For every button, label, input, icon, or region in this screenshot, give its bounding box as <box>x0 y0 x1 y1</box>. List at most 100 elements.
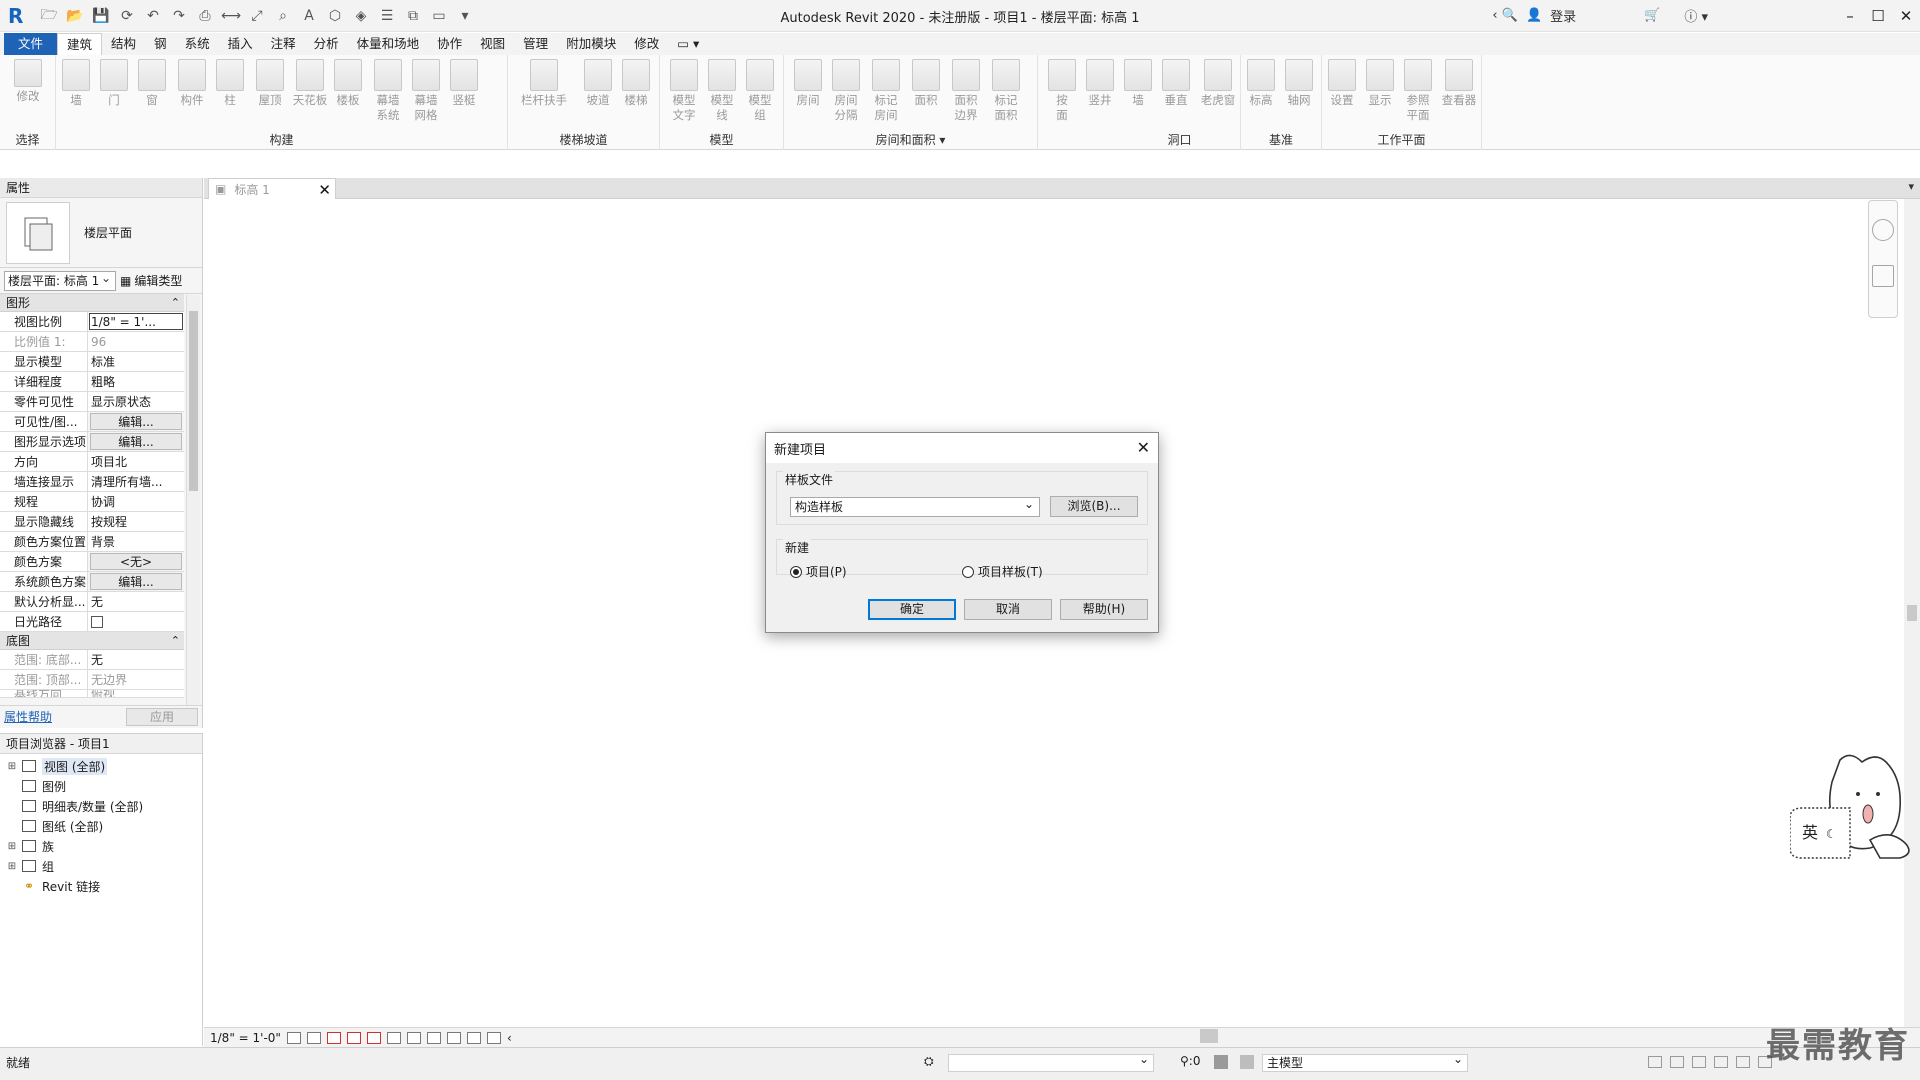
worksharing-icon[interactable] <box>446 1031 461 1044</box>
roof-button[interactable]: 屋顶 <box>252 59 288 108</box>
tree-node-families[interactable]: ⊞ 族 <box>0 836 202 856</box>
main-model-dropdown[interactable]: 主模型 <box>1262 1051 1468 1072</box>
ime-mascot[interactable]: 英 ☾ <box>1789 748 1918 868</box>
room-separator-button[interactable]: 房间 分隔 <box>828 59 864 123</box>
reveal-hidden-icon[interactable] <box>426 1031 441 1044</box>
login-link[interactable]: 登录 <box>1550 6 1576 25</box>
tab-collaborate[interactable]: 协作 <box>428 33 471 55</box>
scroll-thumb[interactable] <box>189 311 198 491</box>
collapse-icon[interactable]: ⌃ <box>171 632 180 650</box>
ref-plane-button[interactable]: 参照 平面 <box>1400 59 1436 123</box>
curtain-system-button[interactable]: 幕墙 系统 <box>370 59 406 123</box>
component-button[interactable]: 构件 <box>174 59 210 108</box>
workset-dropdown[interactable] <box>948 1051 1154 1072</box>
properties-scrollbar[interactable] <box>186 295 200 705</box>
analytical-icon[interactable] <box>466 1031 481 1044</box>
floor-button[interactable]: 楼板 <box>330 59 366 108</box>
wall-opening-button[interactable]: 墙 <box>1120 59 1156 108</box>
cancel-button[interactable]: 取消 <box>964 599 1052 620</box>
railing-button[interactable]: 栏杆扶手 <box>516 59 572 108</box>
tab-structure[interactable]: 结构 <box>102 33 145 55</box>
temp-hide-icon[interactable] <box>406 1031 421 1044</box>
tab-systems[interactable]: 系统 <box>176 33 219 55</box>
level-button[interactable]: 标高 <box>1243 59 1279 108</box>
color-scheme-button[interactable]: <无> <box>90 553 182 570</box>
steering-wheel-icon[interactable] <box>1872 219 1894 241</box>
workset-icon[interactable]: ⛭ <box>924 1054 934 1069</box>
user-icon[interactable]: 👤 <box>1526 8 1542 23</box>
search-icon[interactable]: ‹ 🔍 <box>1492 8 1518 23</box>
model-group-button[interactable]: 模型 组 <box>742 59 778 123</box>
show-workplane-button[interactable]: 显示 <box>1362 59 1398 108</box>
window-button[interactable]: 窗 <box>134 59 170 108</box>
zoom-icon[interactable] <box>1872 265 1894 287</box>
drag-on-select-icon[interactable] <box>1736 1056 1750 1068</box>
template-dropdown[interactable]: 构造样板 <box>790 495 1040 517</box>
group-label-room-area[interactable]: 房间和面积 ▾ <box>784 131 1037 148</box>
tab-steel[interactable]: 钢 <box>145 33 176 55</box>
tree-node-legends[interactable]: 图例 <box>0 776 202 796</box>
crop-view-icon[interactable] <box>366 1031 381 1044</box>
view-tab-level-1[interactable]: ▣ 标高 1 ✕ <box>208 178 336 199</box>
radio-template-dot[interactable] <box>962 565 974 578</box>
wall-button[interactable]: 墙 <box>58 59 94 108</box>
column-button[interactable]: 柱 <box>212 59 248 108</box>
tree-node-views[interactable]: ⊞ 视图 (全部) <box>0 756 202 776</box>
expand-icon[interactable]: ⊞ <box>6 861 18 872</box>
scroll-thumb[interactable] <box>1907 605 1917 621</box>
horizontal-scroll-thumb[interactable] <box>1200 1029 1218 1043</box>
type-selector-dropdown[interactable]: 楼层平面: 标高 1 <box>4 269 116 291</box>
tab-manage[interactable]: 管理 <box>514 33 557 55</box>
tab-annotate[interactable]: 注释 <box>262 33 305 55</box>
tab-file[interactable]: 文件 <box>4 33 58 55</box>
close-icon[interactable]: ✕ <box>1892 0 1920 32</box>
close-tab-icon[interactable]: ✕ <box>318 181 331 199</box>
mullion-button[interactable]: 竖梃 <box>446 59 482 108</box>
select-pinned-icon[interactable] <box>1692 1056 1706 1068</box>
grid-button[interactable]: 轴网 <box>1281 59 1317 108</box>
tab-menu-icon[interactable]: ▾ <box>1908 180 1914 193</box>
ok-button[interactable]: 确定 <box>868 599 956 620</box>
constraints-icon[interactable] <box>486 1031 501 1044</box>
radio-project-dot[interactable] <box>790 565 802 578</box>
tree-node-sheets[interactable]: 图纸 (全部) <box>0 816 202 836</box>
properties-help-link[interactable]: 属性帮助 <box>4 708 52 725</box>
modify-button[interactable]: 修改 <box>10 59 46 104</box>
canvas-scrollbar[interactable] <box>1904 199 1920 1027</box>
tab-modify[interactable]: 修改 <box>625 33 668 55</box>
tag-room-button[interactable]: 标记 房间 <box>868 59 904 123</box>
graphic-display-edit-button[interactable]: 编辑... <box>90 433 182 450</box>
apply-button[interactable]: 应用 <box>126 707 198 726</box>
vg-edit-button[interactable]: 编辑... <box>90 413 182 430</box>
by-face-button[interactable]: 按 面 <box>1044 59 1080 123</box>
viewer-button[interactable]: 查看器 <box>1438 59 1480 108</box>
collapse-bar-icon[interactable]: ‹ <box>507 1031 512 1045</box>
show-crop-icon[interactable] <box>386 1031 401 1044</box>
dormer-button[interactable]: 老虎窗 <box>1196 59 1240 108</box>
tab-massing-site[interactable]: 体量和场地 <box>348 33 429 55</box>
sun-path-checkbox[interactable] <box>91 616 103 628</box>
minimize-icon[interactable]: – <box>1836 0 1864 32</box>
detail-level-icon[interactable] <box>286 1031 301 1044</box>
area-boundary-button[interactable]: 面积 边界 <box>948 59 984 123</box>
set-workplane-button[interactable]: 设置 <box>1324 59 1360 108</box>
browse-button[interactable]: 浏览(B)... <box>1050 496 1138 517</box>
curtain-grid-button[interactable]: 幕墙 网格 <box>408 59 444 123</box>
help-icon[interactable]: ⓘ ▾ <box>1684 6 1708 25</box>
design-options-icon[interactable] <box>1240 1055 1254 1069</box>
vertical-opening-button[interactable]: 垂直 <box>1158 59 1194 108</box>
cart-icon[interactable]: 🛒 <box>1644 8 1660 23</box>
help-button[interactable]: 帮助(H) <box>1060 599 1148 620</box>
maximize-icon[interactable]: ☐ <box>1864 0 1892 32</box>
ramp-button[interactable]: 坡道 <box>580 59 616 108</box>
visual-style-icon[interactable] <box>306 1031 321 1044</box>
editable-only-icon[interactable] <box>1214 1055 1228 1069</box>
tree-node-schedules[interactable]: 明细表/数量 (全部) <box>0 796 202 816</box>
select-underlay-icon[interactable] <box>1670 1056 1684 1068</box>
stair-button[interactable]: 楼梯 <box>618 59 654 108</box>
group-label-select[interactable]: 选择 <box>0 131 55 148</box>
model-text-button[interactable]: 模型 文字 <box>666 59 702 123</box>
tab-architecture[interactable]: 建筑 <box>57 33 103 55</box>
category-graphics[interactable]: 图形 ⌃ <box>0 294 184 312</box>
view-scale-field[interactable]: 1/8" = 1'... <box>88 312 184 331</box>
